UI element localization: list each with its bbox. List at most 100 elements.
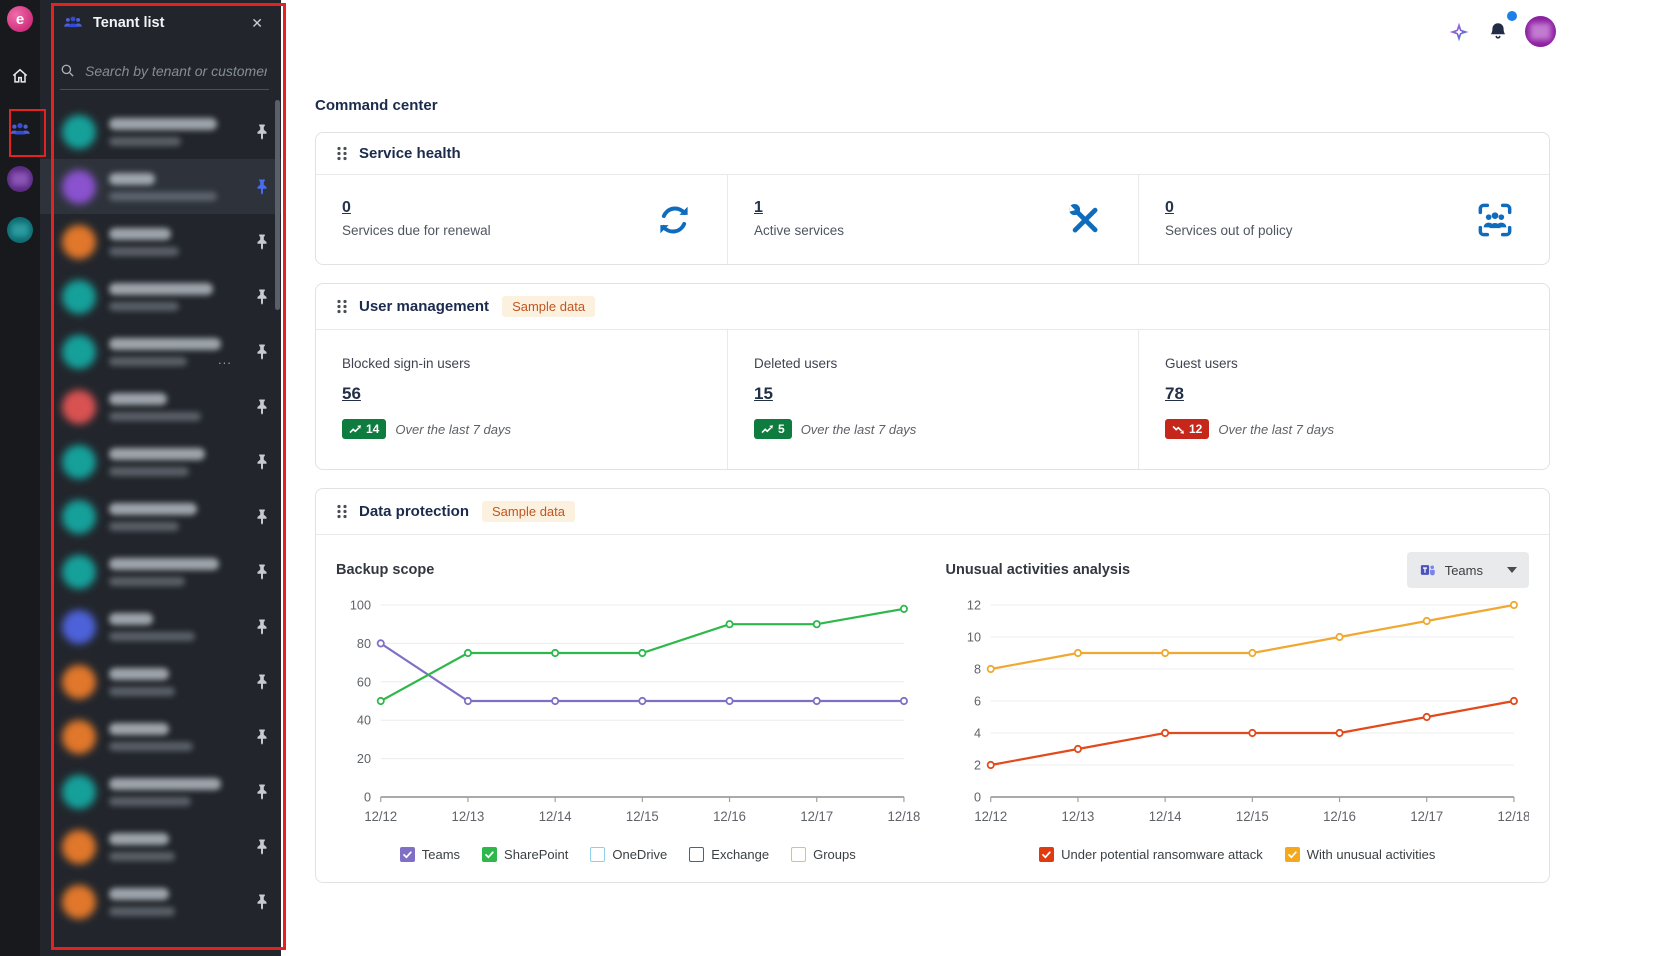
tenant-row[interactable]	[40, 379, 281, 434]
pin-icon[interactable]	[255, 343, 269, 360]
trend-row: 5 Over the last 7 days	[754, 419, 1112, 439]
stat-value-link[interactable]: 1	[754, 199, 763, 217]
home-icon[interactable]	[10, 66, 30, 86]
checkbox-checked-icon[interactable]	[482, 847, 497, 862]
tenant-row[interactable]	[40, 214, 281, 269]
backup-scope-legend: Teams SharePoint OneDrive Exchange Groups	[336, 847, 920, 862]
trend-row: 14Over the last 7 days	[342, 419, 701, 439]
pin-icon[interactable]	[255, 398, 269, 415]
tenant-name-redacted	[109, 118, 217, 146]
tenant-row[interactable]	[40, 544, 281, 599]
svg-text:40: 40	[357, 713, 371, 728]
trend-badge: 12	[1165, 419, 1209, 439]
pin-icon[interactable]	[255, 508, 269, 525]
pin-icon[interactable]	[255, 618, 269, 635]
close-icon[interactable]: ✕	[247, 15, 267, 32]
legend-label: Teams	[422, 847, 460, 862]
checkbox-checked-icon[interactable]	[1285, 847, 1300, 862]
tenant-row[interactable]	[40, 434, 281, 489]
svg-text:12/16: 12/16	[1323, 809, 1356, 824]
left-rail: e	[0, 0, 40, 956]
tenant-row[interactable]	[40, 874, 281, 929]
tenant-row[interactable]	[40, 599, 281, 654]
unusual-activities-chart-block: Unusual activities analysis Teams 024681…	[946, 549, 1530, 862]
trend-period: Over the last 7 days	[1218, 422, 1334, 437]
workspace-avatar-1[interactable]	[7, 166, 33, 192]
pin-icon[interactable]	[255, 673, 269, 690]
checkbox-checked-icon[interactable]	[400, 847, 415, 862]
service-stat: 0Services due for renewal	[316, 175, 727, 264]
pin-icon[interactable]	[255, 178, 269, 195]
teams-filter-dropdown[interactable]: Teams	[1407, 552, 1529, 588]
trend-down-icon	[1172, 424, 1185, 435]
people-frame-icon	[1475, 200, 1515, 240]
checkbox-unchecked-icon[interactable]	[689, 847, 704, 862]
stat-value-link[interactable]: 15	[754, 384, 773, 404]
legend-item[interactable]: Exchange	[689, 847, 769, 862]
tools-icon	[1066, 201, 1104, 239]
pin-icon[interactable]	[255, 453, 269, 470]
tenant-row[interactable]	[40, 819, 281, 874]
checkbox-unchecked-icon[interactable]	[590, 847, 605, 862]
pin-icon[interactable]	[255, 233, 269, 250]
stat-value-link[interactable]: 78	[1165, 384, 1184, 404]
svg-text:100: 100	[350, 597, 371, 612]
stat-label: Deleted users	[754, 356, 1112, 371]
pin-icon[interactable]	[255, 728, 269, 745]
drag-handle-icon[interactable]	[336, 504, 348, 519]
stat-value-link[interactable]: 56	[342, 384, 361, 404]
tenant-row[interactable]	[40, 709, 281, 764]
user-stat: Blocked sign-in users5614Over the last 7…	[316, 330, 727, 469]
svg-text:2: 2	[973, 757, 980, 772]
legend-item[interactable]: Teams	[400, 847, 460, 862]
svg-text:8: 8	[973, 661, 980, 676]
backup-scope-chart: 02040608010012/1212/1312/1412/1512/1612/…	[336, 591, 920, 843]
renewal-icon	[655, 201, 693, 239]
tenant-row[interactable]	[40, 764, 281, 819]
stat-value-link[interactable]: 0	[342, 199, 351, 217]
checkbox-checked-icon[interactable]	[1039, 847, 1054, 862]
data-protection-title: Data protection	[359, 503, 469, 520]
tenant-search	[60, 62, 269, 90]
unusual-activities-title: Unusual activities analysis	[946, 562, 1131, 578]
tenant-name-redacted	[109, 833, 175, 861]
tenant-row[interactable]	[40, 654, 281, 709]
svg-text:80: 80	[357, 636, 371, 651]
legend-item[interactable]: Groups	[791, 847, 856, 862]
notifications-button[interactable]	[1486, 20, 1510, 44]
tenant-avatar	[62, 280, 96, 314]
tenant-row[interactable]	[40, 324, 281, 379]
pin-icon[interactable]	[255, 893, 269, 910]
legend-item[interactable]: Under potential ransomware attack	[1039, 847, 1263, 862]
stat-value-link[interactable]: 0	[1165, 199, 1174, 217]
legend-label: Under potential ransomware attack	[1061, 847, 1263, 862]
legend-item[interactable]: OneDrive	[590, 847, 667, 862]
workspace-avatar-2[interactable]	[7, 217, 33, 243]
pin-icon[interactable]	[255, 288, 269, 305]
drag-handle-icon[interactable]	[336, 146, 348, 161]
tenant-row[interactable]	[40, 159, 281, 214]
page-title: Command center	[315, 0, 1550, 114]
trend-period: Over the last 7 days	[801, 422, 917, 437]
trend-badge: 14	[342, 419, 386, 439]
tenant-row[interactable]	[40, 489, 281, 544]
search-input[interactable]	[83, 62, 269, 80]
panel-scrollbar-thumb[interactable]	[275, 100, 280, 310]
checkbox-unchecked-icon[interactable]	[791, 847, 806, 862]
pin-icon[interactable]	[255, 123, 269, 140]
pin-icon[interactable]	[255, 563, 269, 580]
pin-icon[interactable]	[255, 838, 269, 855]
svg-text:12/17: 12/17	[800, 809, 833, 824]
trend-delta: 5	[778, 422, 785, 436]
trend-row: 12 Over the last 7 days	[1165, 419, 1523, 439]
legend-item[interactable]: SharePoint	[482, 847, 568, 862]
drag-handle-icon[interactable]	[336, 299, 348, 314]
app-logo[interactable]: e	[7, 6, 33, 32]
user-avatar[interactable]	[1525, 16, 1556, 47]
sparkle-icon[interactable]	[1447, 20, 1471, 44]
tenant-row[interactable]	[40, 269, 281, 324]
tenant-row[interactable]	[40, 104, 281, 159]
pin-icon[interactable]	[255, 783, 269, 800]
legend-item[interactable]: With unusual activities	[1285, 847, 1436, 862]
tenants-icon[interactable]	[8, 118, 32, 142]
